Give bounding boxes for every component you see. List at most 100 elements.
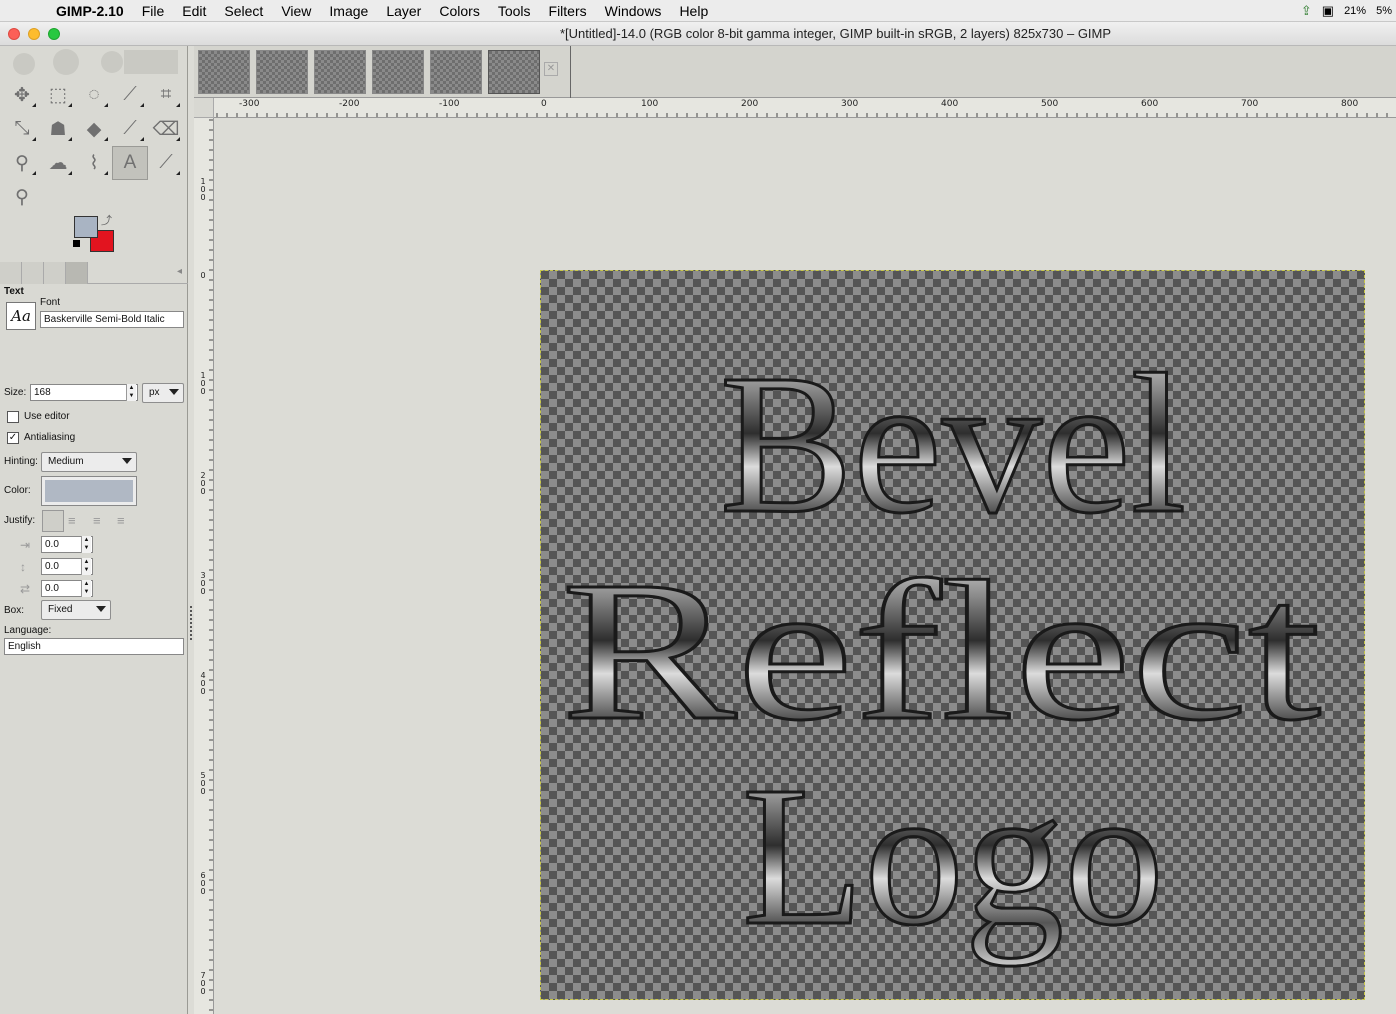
bevel-text-layer[interactable]: Bevel Reflect Logo — [541, 271, 1364, 999]
app-menu[interactable]: GIMP-2.10 — [56, 3, 124, 19]
smudge-tool-icon[interactable]: ☁ — [40, 146, 76, 180]
image-tab-4[interactable] — [372, 50, 424, 94]
zoom-tool-icon[interactable]: ⚲ — [4, 180, 40, 214]
justify-left-button[interactable] — [42, 510, 64, 532]
close-tab-icon[interactable]: ✕ — [544, 62, 558, 76]
tab-undo-history[interactable] — [44, 262, 66, 284]
menu-edit[interactable]: Edit — [182, 3, 206, 19]
image-canvas[interactable]: Bevel Reflect Logo — [540, 270, 1365, 1000]
text-color-button[interactable] — [41, 476, 137, 506]
image-tab-1[interactable] — [198, 50, 250, 94]
color-picker-tool-icon[interactable]: ⟋ — [148, 146, 184, 180]
size-label: Size: — [4, 387, 27, 398]
letter-spacing-icon: ⇄ — [20, 582, 31, 596]
bucket-fill-tool-icon[interactable]: ◆ — [76, 112, 112, 146]
panel-resize-handle[interactable] — [190, 606, 192, 640]
tab-tool-options[interactable] — [0, 262, 22, 284]
language-label: Language: — [4, 625, 52, 636]
font-name-input[interactable]: Baskerville Semi-Bold Italic — [40, 311, 184, 328]
hruler-label: -300 — [239, 99, 260, 109]
move-tool-icon[interactable]: ✥ — [4, 78, 40, 112]
clone-tool-icon[interactable]: ⚲ — [4, 146, 40, 180]
vruler-label: 300 — [200, 571, 206, 596]
justify-right-icon[interactable]: ≡ — [68, 513, 76, 528]
status-cpu-percent[interactable]: 21% — [1344, 5, 1366, 17]
hruler-label: -100 — [439, 99, 460, 109]
menu-colors[interactable]: Colors — [439, 3, 479, 19]
zoom-window-button[interactable] — [48, 28, 60, 40]
chevron-down-icon — [122, 458, 132, 464]
box-label: Box: — [4, 605, 25, 616]
antialiasing-checkbox[interactable]: ✓ — [7, 432, 19, 444]
warp-transform-tool-icon[interactable]: ☗ — [40, 112, 76, 146]
free-select-tool-icon[interactable]: ◌ — [76, 78, 112, 112]
status-upload-icon[interactable]: ⇪ — [1301, 3, 1312, 19]
crop-tool-icon[interactable]: ⌗ — [148, 78, 184, 112]
language-input[interactable]: English — [4, 638, 184, 655]
menu-tools[interactable]: Tools — [498, 3, 531, 19]
box-mode-value: Fixed — [48, 604, 73, 615]
close-window-button[interactable] — [8, 28, 20, 40]
hruler-label: 0 — [541, 99, 547, 109]
menu-file[interactable]: File — [142, 3, 165, 19]
size-spinner[interactable]: ▲ ▼ — [126, 384, 136, 401]
hinting-value: Medium — [48, 456, 84, 467]
image-tab-5[interactable] — [430, 50, 482, 94]
foreground-color-swatch[interactable] — [74, 216, 98, 238]
hinting-select[interactable]: Medium — [41, 452, 137, 472]
vruler-label: 100 — [200, 371, 206, 396]
line-spacing-spinner[interactable]: ▲ ▼ — [81, 558, 91, 575]
hruler-label: 400 — [941, 99, 959, 109]
menu-select[interactable]: Select — [224, 3, 263, 19]
vruler-label: 0 — [200, 271, 206, 280]
tab-images[interactable] — [66, 262, 88, 284]
tab-separator — [570, 46, 571, 98]
minimize-window-button[interactable] — [28, 28, 40, 40]
menu-filters[interactable]: Filters — [549, 3, 587, 19]
menu-windows[interactable]: Windows — [605, 3, 662, 19]
letter-spacing-spinner[interactable]: ▲ ▼ — [81, 580, 91, 597]
use-editor-checkbox[interactable] — [7, 411, 19, 423]
vertical-ruler[interactable]: 100 0 100 200 300 400 500 600 700 — [194, 118, 214, 1014]
size-unit-select[interactable]: px — [142, 383, 184, 403]
rect-select-tool-icon[interactable]: ⬚ — [40, 78, 76, 112]
font-label: Font — [40, 297, 61, 308]
window-title-bar: *[Untitled]-14.0 (RGB color 8-bit gamma … — [0, 22, 1396, 46]
dock-menu-icon[interactable]: ◂ — [177, 266, 182, 277]
justify-fill-icon[interactable]: ≡ — [117, 513, 125, 528]
status-mem-percent[interactable]: 5% — [1376, 5, 1392, 17]
menu-layer[interactable]: Layer — [386, 3, 421, 19]
unified-transform-tool-icon[interactable]: ⤡ — [4, 112, 40, 146]
box-mode-select[interactable]: Fixed — [41, 600, 111, 620]
menu-image[interactable]: Image — [329, 3, 368, 19]
menubar-status-area: ⇪ ▣ 21% 5% — [1301, 0, 1392, 22]
default-colors-icon[interactable] — [73, 240, 80, 247]
status-drive-icon[interactable]: ▣ — [1322, 3, 1334, 19]
eraser-tool-icon[interactable]: ⌫ — [148, 112, 184, 146]
justify-center-icon[interactable]: ≡ — [93, 513, 101, 528]
indent-spinner[interactable]: ▲ ▼ — [81, 536, 91, 553]
image-canvas-area[interactable]: Bevel Reflect Logo — [214, 118, 1396, 1014]
color-label: Color: — [4, 485, 31, 496]
menu-view[interactable]: View — [281, 3, 311, 19]
indent-icon: ⇥ — [20, 538, 31, 552]
swap-colors-icon[interactable]: ⤴ — [101, 212, 112, 228]
tab-device-status[interactable] — [22, 262, 44, 284]
quick-mask-toggle[interactable] — [194, 98, 214, 118]
paths-tool-icon[interactable]: ⌇ — [76, 146, 112, 180]
size-unit-value: px — [149, 387, 160, 398]
image-tab-active[interactable] — [488, 50, 540, 94]
menu-help[interactable]: Help — [679, 3, 708, 19]
fuzzy-select-tool-icon[interactable]: ⟋ — [112, 78, 148, 112]
text-tool-icon[interactable]: A — [112, 146, 148, 180]
hruler-label: 600 — [1141, 99, 1159, 109]
paintbrush-tool-icon[interactable]: ⟋ — [112, 112, 148, 146]
size-input[interactable]: 168 — [30, 384, 138, 401]
dock-tabs: ◂ — [0, 262, 188, 284]
hruler-label: 300 — [841, 99, 859, 109]
image-tab-2[interactable] — [256, 50, 308, 94]
horizontal-ruler[interactable]: -300 -200 -100 0 100 200 300 400 500 600… — [214, 98, 1396, 118]
vruler-label: 400 — [200, 671, 206, 696]
font-preview-button[interactable]: Aa — [6, 302, 36, 330]
image-tab-3[interactable] — [314, 50, 366, 94]
